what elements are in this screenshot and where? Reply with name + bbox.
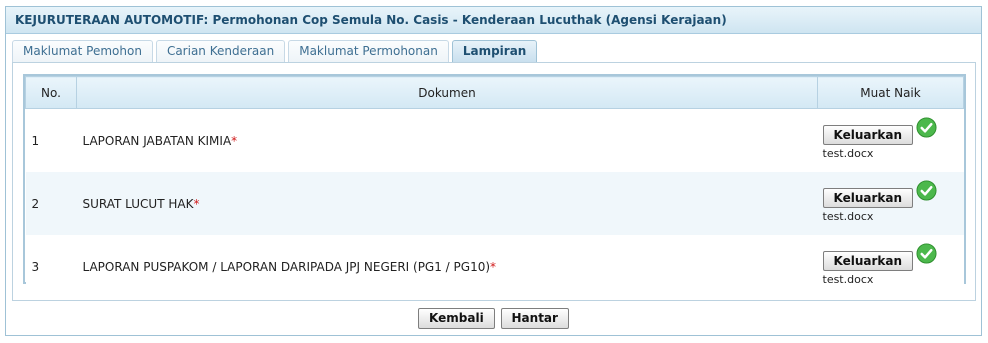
- document-name: LAPORAN JABATAN KIMIA: [82, 133, 232, 148]
- uploaded-filename: test.docx: [822, 272, 874, 286]
- document-name-cell: LAPORAN JABATAN KIMIA*: [76, 108, 818, 172]
- row-number: 1: [25, 108, 77, 172]
- required-marker: *: [193, 196, 200, 211]
- document-name-cell: SURAT LUCUT HAK*: [76, 172, 818, 235]
- upload-cell: Keluarkan test.docx: [817, 172, 964, 235]
- kembali-button[interactable]: Kembali: [418, 308, 495, 329]
- row-number: 3: [25, 235, 77, 298]
- keluarkan-button[interactable]: Keluarkan: [822, 124, 914, 145]
- document-name: SURAT LUCUT HAK: [82, 196, 194, 211]
- tab-content: No. Dokumen Muat Naik 1 LAPORAN JABATAN …: [12, 62, 976, 301]
- row-number: 2: [25, 172, 77, 235]
- check-success-icon: [916, 242, 937, 264]
- table-row: 3 LAPORAN PUSPAKOM / LAPORAN DARIPADA JP…: [25, 235, 964, 298]
- keluarkan-button[interactable]: Keluarkan: [822, 250, 914, 271]
- keluarkan-button[interactable]: Keluarkan: [822, 187, 914, 208]
- table-row: 1 LAPORAN JABATAN KIMIA* Keluarkan test.…: [25, 108, 964, 172]
- main-panel: KEJURUTERAAN AUTOMOTIF: Permohonan Cop S…: [5, 6, 982, 336]
- uploaded-filename: test.docx: [822, 146, 874, 160]
- tab-bar: Maklumat Pemohon Carian Kenderaan Maklum…: [12, 40, 538, 63]
- tab-lampiran[interactable]: Lampiran: [451, 40, 538, 63]
- attachments-table: No. Dokumen Muat Naik 1 LAPORAN JABATAN …: [23, 74, 966, 298]
- column-header-no: No.: [25, 76, 77, 109]
- tab-carian-kenderaan[interactable]: Carian Kenderaan: [155, 40, 286, 62]
- column-header-dokumen: Dokumen: [76, 76, 818, 109]
- check-success-icon: [916, 116, 937, 138]
- upload-cell: Keluarkan test.docx: [817, 108, 964, 172]
- required-marker: *: [490, 259, 497, 274]
- column-header-muat-naik: Muat Naik: [817, 76, 964, 109]
- hantar-button[interactable]: Hantar: [500, 308, 569, 329]
- table-header-row: No. Dokumen Muat Naik: [25, 76, 964, 109]
- form-actions: Kembali Hantar: [6, 308, 981, 329]
- check-success-icon: [916, 179, 937, 201]
- document-name-cell: LAPORAN PUSPAKOM / LAPORAN DARIPADA JPJ …: [76, 235, 818, 298]
- panel-title: KEJURUTERAAN AUTOMOTIF: Permohonan Cop S…: [6, 7, 981, 34]
- document-name: LAPORAN PUSPAKOM / LAPORAN DARIPADA JPJ …: [82, 259, 491, 274]
- table-row: 2 SURAT LUCUT HAK* Keluarkan test.docx: [25, 172, 964, 235]
- tab-maklumat-permohonan[interactable]: Maklumat Permohonan: [288, 40, 449, 62]
- upload-cell: Keluarkan test.docx: [817, 235, 964, 298]
- required-marker: *: [231, 133, 238, 148]
- uploaded-filename: test.docx: [822, 209, 874, 223]
- tab-maklumat-pemohon[interactable]: Maklumat Pemohon: [12, 40, 153, 62]
